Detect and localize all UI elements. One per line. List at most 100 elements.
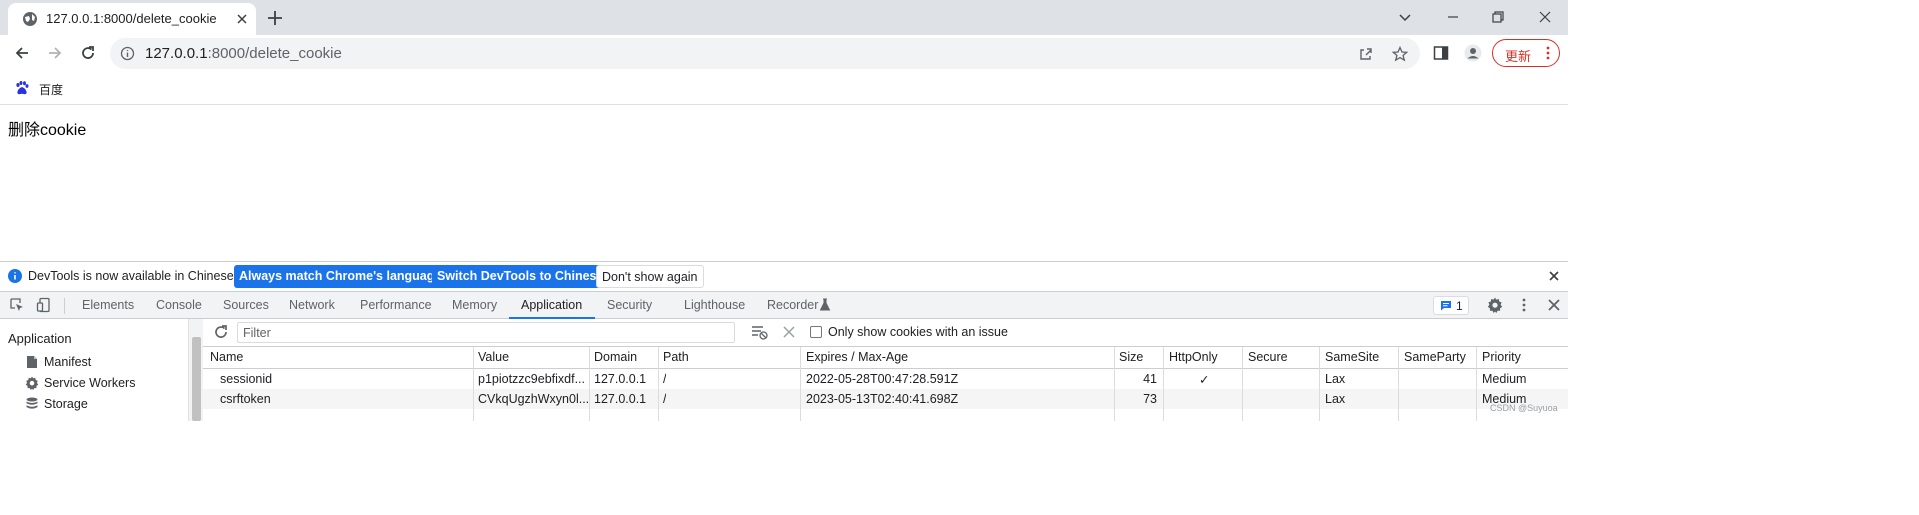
new-tab-icon[interactable] [266, 9, 284, 27]
url-host: 127.0.0.1 [145, 45, 208, 62]
table-row[interactable]: csrftoken CVkqUgzhWxyn0l... 127.0.0.1 / … [203, 389, 1568, 409]
column-header[interactable]: SameParty [1404, 350, 1466, 364]
close-infobar-icon[interactable] [1548, 270, 1560, 282]
column-header[interactable]: Priority [1482, 350, 1521, 364]
column-divider[interactable] [589, 347, 590, 421]
column-divider[interactable] [800, 347, 801, 421]
flask-experiment-icon [819, 298, 831, 311]
column-divider[interactable] [1163, 347, 1164, 421]
baidu-paw-icon [16, 81, 29, 95]
cookie-samesite: Lax [1325, 392, 1346, 406]
column-header[interactable]: SameSite [1325, 350, 1379, 364]
share-icon[interactable] [1358, 46, 1374, 62]
cookie-name: csrftoken [220, 392, 271, 406]
close-window-icon[interactable] [1537, 9, 1553, 25]
column-header[interactable]: Name [210, 350, 243, 364]
column-header[interactable]: Domain [594, 350, 637, 364]
sidebar-heading: Application [8, 331, 72, 346]
forward-icon[interactable] [46, 44, 64, 62]
column-divider[interactable] [1319, 347, 1320, 421]
clear-all-cookies-icon[interactable] [751, 324, 768, 340]
always-match-language-button[interactable]: Always match Chrome's language [234, 265, 447, 288]
tab-lighthouse[interactable]: Lighthouse [684, 298, 745, 312]
settings-gear-icon[interactable] [1487, 297, 1503, 313]
cookie-size: 73 [1143, 392, 1157, 406]
column-header[interactable]: Secure [1248, 350, 1288, 364]
close-tab-icon[interactable] [234, 11, 250, 27]
cookie-size: 41 [1143, 372, 1157, 386]
tab-performance[interactable]: Performance [360, 298, 432, 312]
inspect-element-icon[interactable] [9, 297, 25, 313]
tab-network[interactable]: Network [289, 298, 335, 312]
scrollbar-thumb[interactable] [192, 337, 201, 421]
dont-show-again-button[interactable]: Don't show again [596, 265, 704, 288]
column-divider[interactable] [1114, 347, 1115, 421]
tab-console[interactable]: Console [156, 298, 202, 312]
globe-icon [23, 12, 37, 26]
close-devtools-icon[interactable] [1546, 297, 1562, 313]
restore-icon[interactable] [1490, 9, 1506, 25]
tab-recorder[interactable]: Recorder [767, 298, 818, 312]
tab-application[interactable]: Application [521, 298, 582, 312]
table-row[interactable]: sessionid p1piotzzc9ebfixdf... 127.0.0.1… [203, 369, 1568, 389]
cookie-path: / [663, 392, 667, 406]
cookie-httponly: ✓ [1199, 373, 1210, 387]
bookmark-star-icon[interactable] [1392, 46, 1408, 62]
column-divider[interactable] [473, 347, 474, 421]
more-menu-icon [1546, 46, 1550, 60]
table-header: Name Value Domain Path Expires / Max-Age… [203, 347, 1568, 369]
tab-sources[interactable]: Sources [223, 298, 269, 312]
url-path: :8000/delete_cookie [207, 45, 342, 62]
minimize-icon[interactable] [1445, 9, 1461, 25]
delete-selected-icon[interactable] [783, 326, 795, 338]
toolbar-divider [64, 298, 65, 314]
file-icon [27, 356, 37, 368]
message-bubble-icon [1441, 301, 1451, 311]
column-header[interactable]: Path [663, 350, 689, 364]
device-toolbar-icon[interactable] [36, 297, 52, 313]
only-issue-checkbox[interactable] [810, 326, 822, 338]
infobar-message: DevTools is now available in Chinese! [28, 269, 238, 283]
bookmarks-bar: 百度 [0, 72, 1568, 105]
column-header[interactable]: Expires / Max-Age [806, 350, 908, 364]
bookmark-label: 百度 [39, 83, 64, 97]
cookie-filter-input[interactable] [237, 322, 735, 343]
more-options-icon[interactable] [1516, 297, 1532, 313]
url-text[interactable]: 127.0.0.1:8000/delete_cookie [145, 45, 342, 62]
cookie-samesite: Lax [1325, 372, 1346, 386]
update-button[interactable]: 更新 [1492, 39, 1560, 67]
sidebar-item-label: Storage [44, 397, 88, 411]
cookie-value: CVkqUgzhWxyn0l... [478, 392, 588, 406]
tab-memory[interactable]: Memory [452, 298, 497, 312]
sidebar-item-label: Manifest [44, 355, 92, 369]
browser-toolbar: 127.0.0.1:8000/delete_cookie 更新 [0, 35, 1568, 72]
column-header[interactable]: Size [1119, 350, 1143, 364]
browser-tab[interactable]: 127.0.0.1:8000/delete_cookie [8, 3, 256, 35]
gear-icon [25, 376, 39, 390]
column-header[interactable]: Value [478, 350, 509, 364]
cookie-expires: 2023-05-13T02:40:41.698Z [806, 392, 959, 406]
reload-icon[interactable] [79, 44, 97, 62]
tab-search-icon[interactable] [1397, 9, 1413, 25]
issues-counter-button[interactable]: 1 [1433, 296, 1469, 315]
watermark: CSDN @Suyuoa [1490, 403, 1558, 413]
profile-avatar-icon[interactable] [1464, 44, 1482, 62]
tab-security[interactable]: Security [607, 298, 652, 312]
sidebar-scrollbar[interactable] [188, 319, 203, 421]
column-divider[interactable] [1476, 347, 1477, 421]
database-icon [26, 397, 38, 409]
only-issue-label: Only show cookies with an issue [828, 325, 1008, 339]
column-divider[interactable] [658, 347, 659, 421]
column-divider[interactable] [1242, 347, 1243, 421]
cookie-expires: 2022-05-28T00:47:28.591Z [806, 372, 959, 386]
site-info-icon[interactable] [120, 46, 135, 61]
switch-to-chinese-button[interactable]: Switch DevTools to Chinese [432, 265, 609, 288]
cookie-value: p1piotzzc9ebfixdf... [478, 372, 586, 386]
tab-elements[interactable]: Elements [82, 298, 134, 312]
column-divider[interactable] [1398, 347, 1399, 421]
column-header[interactable]: HttpOnly [1169, 350, 1218, 364]
side-panel-icon[interactable] [1432, 44, 1450, 62]
address-bar[interactable]: 127.0.0.1:8000/delete_cookie [110, 38, 1420, 69]
refresh-icon[interactable] [213, 324, 229, 340]
back-icon[interactable] [13, 44, 31, 62]
